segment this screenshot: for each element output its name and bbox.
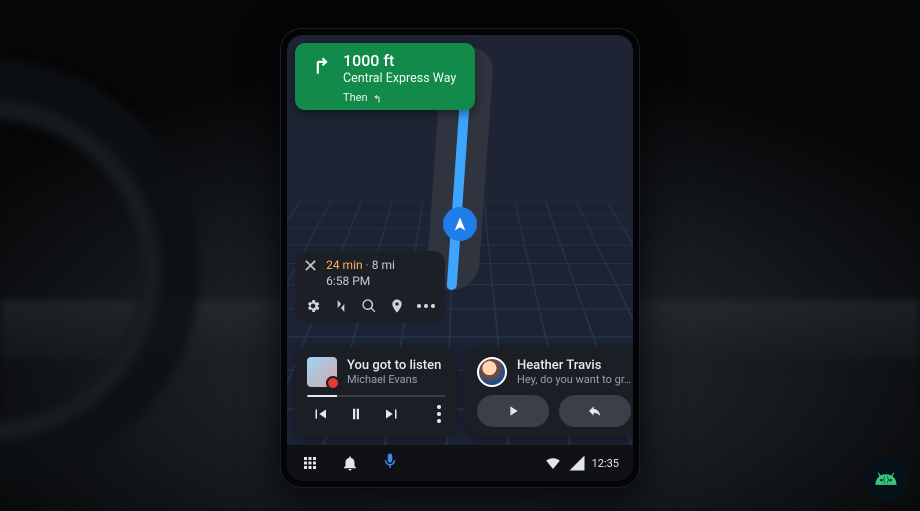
album-art — [307, 357, 337, 387]
cell-signal-icon — [568, 454, 586, 472]
reply-button[interactable] — [559, 395, 631, 427]
assistant-mic-icon[interactable] — [381, 452, 399, 470]
car-display-device: 1000 ft Central Express Way Then ✕ 24 mi… — [280, 28, 640, 488]
current-location-marker — [443, 207, 477, 241]
app-launcher-icon[interactable] — [301, 454, 319, 472]
wifi-icon — [544, 454, 562, 472]
close-eta-button[interactable]: ✕ — [303, 257, 318, 277]
play-message-button[interactable] — [477, 395, 549, 427]
system-navbar: 12:35 — [287, 445, 633, 481]
media-more-icon[interactable] — [437, 405, 441, 423]
settings-icon[interactable] — [305, 297, 321, 315]
place-pin-icon[interactable] — [389, 297, 405, 315]
screen: 1000 ft Central Express Way Then ✕ 24 mi… — [287, 35, 633, 481]
contact-name: Heather Travis — [517, 358, 631, 373]
next-track-button[interactable] — [383, 405, 401, 423]
pause-button[interactable] — [347, 405, 365, 423]
then-label: Then — [343, 91, 368, 105]
turn-left-icon — [372, 92, 384, 104]
eta-arrival: 6:58 PM — [326, 273, 395, 289]
turn-direction-card[interactable]: 1000 ft Central Express Way Then — [295, 43, 475, 110]
watermark-badge: { } — [864, 457, 908, 501]
eta-panel[interactable]: ✕ 24 min · 8 mi 6:58 PM — [295, 251, 445, 323]
routes-icon[interactable] — [333, 297, 349, 315]
turn-right-icon — [307, 51, 333, 87]
clock: 12:35 — [592, 457, 619, 470]
previous-track-button[interactable] — [311, 405, 329, 423]
track-title: You got to listen — [347, 358, 441, 373]
notification-card[interactable]: Heather Travis Hey, do you want to gr… — [465, 347, 633, 437]
search-icon[interactable] — [361, 297, 377, 315]
more-icon[interactable] — [417, 304, 435, 308]
contact-avatar — [477, 357, 507, 387]
notifications-icon[interactable] — [341, 454, 359, 472]
media-card[interactable]: You got to listen Michael Evans — [295, 347, 457, 437]
playback-progress[interactable] — [307, 395, 445, 397]
turn-road: Central Express Way — [343, 71, 456, 87]
svg-text:{ }: { } — [883, 475, 890, 484]
turn-distance: 1000 ft — [343, 51, 456, 71]
eta-distance: 8 mi — [372, 258, 395, 272]
track-artist: Michael Evans — [347, 373, 441, 386]
eta-duration: 24 min — [326, 258, 363, 272]
message-preview: Hey, do you want to gr… — [517, 373, 631, 386]
